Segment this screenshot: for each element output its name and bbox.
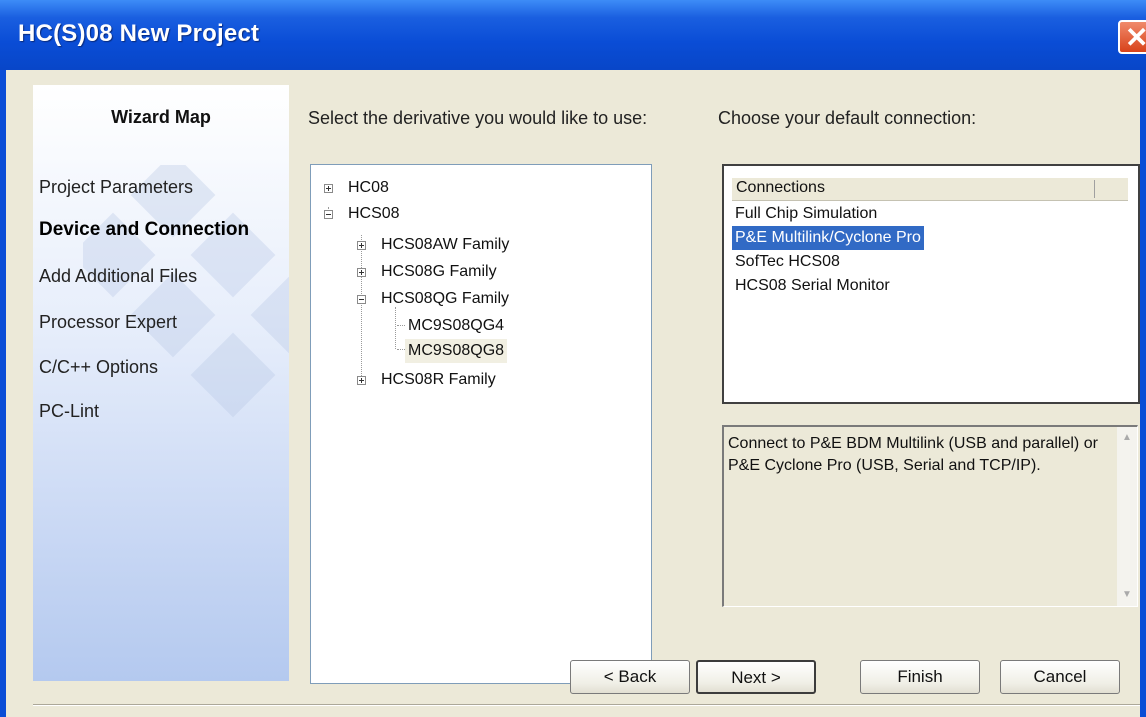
dialog-body: Wizard Map Project Parameters Device and…: [6, 70, 1140, 717]
close-icon: ✕: [1125, 22, 1146, 53]
scroll-down-icon[interactable]: ▼: [1119, 586, 1135, 604]
connection-option-pe-multilink[interactable]: P&E Multilink/Cyclone Pro: [732, 226, 924, 250]
close-button[interactable]: ✕: [1118, 20, 1146, 54]
connection-option-full-chip-simulation[interactable]: Full Chip Simulation: [732, 202, 880, 226]
finish-button[interactable]: Finish: [860, 660, 980, 694]
tree-line: [397, 349, 405, 350]
next-button[interactable]: Next >: [696, 660, 816, 694]
wizard-step-cpp-options[interactable]: C/C++ Options: [39, 357, 158, 378]
derivative-prompt: Select the derivative you would like to …: [308, 108, 648, 128]
cancel-button[interactable]: Cancel: [1000, 660, 1120, 694]
column-separator[interactable]: [1094, 180, 1095, 198]
tree-line: [395, 307, 396, 349]
scroll-up-icon[interactable]: ▲: [1119, 429, 1135, 447]
connections-column-header[interactable]: Connections: [732, 178, 1128, 201]
connection-description-box: Connect to P&E BDM Multilink (USB and pa…: [722, 425, 1138, 607]
tree-line: [361, 235, 362, 380]
tree-line: [397, 325, 405, 326]
connection-description-text: Connect to P&E BDM Multilink (USB and pa…: [728, 435, 1098, 474]
back-button[interactable]: < Back: [570, 660, 690, 694]
derivative-tree[interactable]: HC08 HCS08 HCS08AW Family HCS08G Family …: [310, 164, 652, 684]
button-divider: [33, 704, 1140, 706]
connection-option-softec-hcs08[interactable]: SofTec HCS08: [732, 250, 843, 274]
window-title: HC(S)08 New Project: [18, 20, 260, 47]
title-bar[interactable]: HC(S)08 New Project ✕: [0, 0, 1146, 70]
expand-icon[interactable]: [357, 268, 366, 277]
wizard-step-processor-expert[interactable]: Processor Expert: [39, 312, 177, 333]
connections-column-label: Connections: [736, 179, 825, 196]
description-scrollbar[interactable]: ▲ ▼: [1117, 427, 1137, 606]
wizard-map-heading: Wizard Map: [111, 107, 211, 127]
expand-icon[interactable]: [324, 184, 333, 193]
new-project-dialog: HC(S)08 New Project ✕ Wizard Map Project…: [0, 0, 1146, 717]
wizard-step-device-and-connection[interactable]: Device and Connection: [39, 219, 249, 241]
collapse-icon[interactable]: [324, 210, 333, 219]
wizard-map-panel: Wizard Map Project Parameters Device and…: [33, 85, 289, 681]
wizard-step-project-parameters[interactable]: Project Parameters: [39, 177, 193, 198]
expand-icon[interactable]: [357, 241, 366, 250]
wizard-step-pc-lint[interactable]: PC-Lint: [39, 401, 99, 422]
connection-prompt: Choose your default connection:: [718, 108, 977, 128]
collapse-icon[interactable]: [357, 295, 366, 304]
connection-option-hcs08-serial-monitor[interactable]: HCS08 Serial Monitor: [732, 274, 893, 298]
connection-list[interactable]: Connections Full Chip Simulation P&E Mul…: [722, 164, 1140, 404]
wizard-step-add-additional-files[interactable]: Add Additional Files: [39, 266, 197, 287]
window-border-right: [1140, 70, 1146, 717]
expand-icon[interactable]: [357, 376, 366, 385]
wizard-background-graphic: [83, 165, 289, 418]
